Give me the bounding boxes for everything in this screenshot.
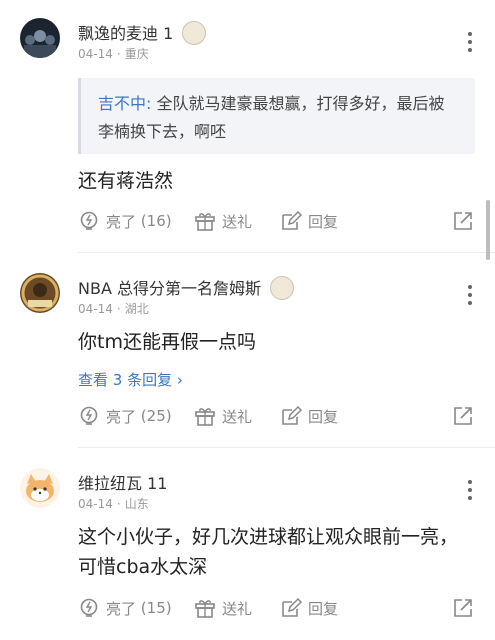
scrollbar[interactable] xyxy=(486,200,490,260)
gift-button[interactable]: 送礼 xyxy=(194,401,252,431)
reply-button[interactable]: 回复 xyxy=(280,206,338,236)
gift-icon xyxy=(195,408,215,426)
like-button[interactable]: 亮了 (16) xyxy=(78,206,172,236)
gift-button[interactable]: 送礼 xyxy=(194,593,252,623)
comment-meta: 04-14 · 湖北 xyxy=(78,302,149,316)
share-button[interactable] xyxy=(452,206,480,236)
chevron-right-icon: › xyxy=(176,371,183,389)
reply-edit-icon xyxy=(282,210,302,230)
avatar[interactable] xyxy=(20,18,60,58)
comment-text: 你tm还能再假一点吗 xyxy=(78,331,256,353)
avatar[interactable] xyxy=(20,273,60,313)
gift-icon xyxy=(195,600,215,618)
comment-actions: 亮了 (15) 送礼 回复 xyxy=(78,593,475,623)
share-button[interactable] xyxy=(452,593,480,623)
comment-actions: 亮了 (16) 送礼 回复 xyxy=(78,206,475,236)
user-badge-icon xyxy=(182,20,207,45)
comment-text: 还有蒋浩然 xyxy=(78,170,174,192)
more-vertical-icon[interactable] xyxy=(466,285,474,309)
like-button[interactable]: 亮了 (25) xyxy=(78,401,172,431)
reply-edit-icon xyxy=(282,405,302,425)
quoted-username[interactable]: 吉不中: xyxy=(98,94,151,113)
user-badge-icon xyxy=(270,275,295,300)
share-icon xyxy=(454,599,472,617)
lightbulb-icon xyxy=(80,598,98,617)
comment-actions: 亮了 (25) 送礼 回复 xyxy=(78,401,475,431)
reply-edit-icon xyxy=(282,597,302,617)
comment-text: 这个小伙子，好几次进球都让观众眼前一亮，可惜cba水太深 xyxy=(78,526,459,578)
lightbulb-icon xyxy=(80,406,98,425)
view-replies-link[interactable]: 查看 3 条回复 › xyxy=(78,369,183,390)
more-vertical-icon[interactable] xyxy=(466,480,474,504)
gift-button[interactable]: 送礼 xyxy=(194,206,252,236)
quoted-comment[interactable]: 吉不中: 全队就马建豪最想赢，打得多好，最后被李楠换下去，啊呸 xyxy=(78,78,475,154)
reply-button[interactable]: 回复 xyxy=(280,593,338,623)
username[interactable]: 维拉纽瓦 11 xyxy=(78,470,167,494)
comment-item: 维拉纽瓦 11 04-14 · 山东 这个小伙子，好几次进球都让观众眼前一亮，可惜c… xyxy=(0,448,495,640)
comment-item: 飘逸的麦迪 1 04-14 · 重庆 吉不中: 全队就马建豪最想赢，打得多好，最后被… xyxy=(0,0,495,253)
gift-icon xyxy=(195,213,215,231)
comment-item: NBA 总得分第一名詹姆斯 04-14 · 湖北 你tm还能再假一点吗 查看 3 条… xyxy=(0,253,495,448)
share-button[interactable] xyxy=(452,401,480,431)
lightbulb-icon xyxy=(80,211,98,230)
username[interactable]: 飘逸的麦迪 1 xyxy=(78,20,207,47)
comment-meta: 04-14 · 山东 xyxy=(78,497,149,511)
share-icon xyxy=(454,407,472,425)
share-icon xyxy=(454,212,472,230)
comment-meta: 04-14 · 重庆 xyxy=(78,47,149,61)
like-button[interactable]: 亮了 (15) xyxy=(78,593,172,623)
more-vertical-icon[interactable] xyxy=(466,32,474,56)
reply-button[interactable]: 回复 xyxy=(280,401,338,431)
avatar[interactable] xyxy=(20,468,60,508)
username[interactable]: NBA 总得分第一名詹姆斯 xyxy=(78,275,295,302)
